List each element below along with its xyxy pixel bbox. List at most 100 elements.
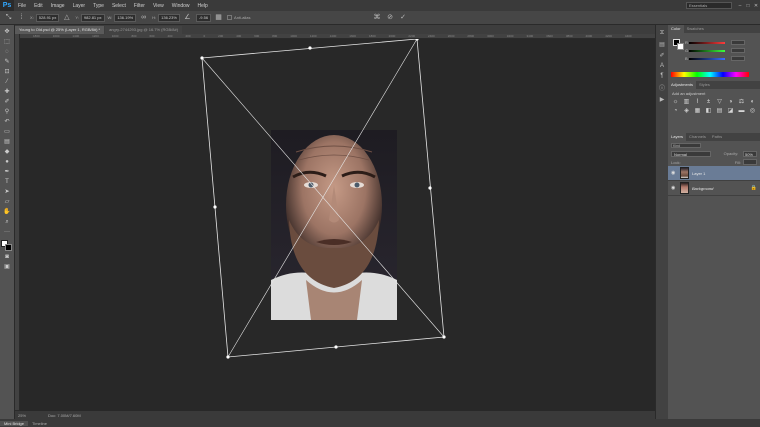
transform-handle[interactable] <box>334 345 338 349</box>
free-transform-bounding-box[interactable] <box>20 39 660 411</box>
angle-field[interactable]: -9.56 <box>195 13 212 22</box>
height-field[interactable]: 136.23% <box>158 13 180 22</box>
clone-stamp-tool-icon[interactable]: ⚲ <box>2 108 13 117</box>
transform-handle[interactable] <box>200 56 204 60</box>
link-icon[interactable]: ∞ <box>139 13 148 22</box>
selective-color-icon[interactable]: ◎ <box>749 108 756 115</box>
character-panel-icon[interactable]: A <box>658 63 667 69</box>
tab-timeline[interactable]: Timeline <box>28 421 51 426</box>
tab-channels[interactable]: Channels <box>686 133 709 141</box>
crop-tool-icon[interactable]: ⊡ <box>2 68 13 77</box>
maximize-icon[interactable]: □ <box>744 2 752 10</box>
visibility-eye-icon[interactable]: ◉ <box>671 185 677 191</box>
anti-alias-checkbox[interactable] <box>227 15 233 20</box>
minimize-icon[interactable]: – <box>736 2 744 10</box>
menu-image[interactable]: Image <box>47 3 69 9</box>
menu-window[interactable]: Window <box>168 3 194 9</box>
reference-point-icon[interactable]: ⁞ <box>17 13 26 22</box>
brightness-icon[interactable]: ☼ <box>672 99 679 106</box>
transform-handle[interactable] <box>308 46 312 50</box>
menu-select[interactable]: Select <box>108 3 130 9</box>
red-slider[interactable]: R <box>685 40 755 45</box>
foreground-background-swatches[interactable] <box>1 240 13 252</box>
warp-mode-icon[interactable]: ⌘ <box>373 13 382 22</box>
document-tab-angry[interactable]: angry-2744293.jpg @ 16.7% (RGB/8#) <box>105 26 183 34</box>
tab-swatches[interactable]: Swatches <box>684 25 707 33</box>
paragraph-panel-icon[interactable]: ¶ <box>658 73 667 79</box>
more-tools-icon[interactable]: ··· <box>2 228 13 237</box>
actions-panel-icon[interactable]: ▶ <box>658 96 667 103</box>
brush-panel-icon[interactable]: ✐ <box>658 52 667 59</box>
exposure-icon[interactable]: ± <box>705 99 712 106</box>
menu-file[interactable]: File <box>14 3 30 9</box>
transform-handle[interactable] <box>213 205 217 209</box>
hand-tool-icon[interactable]: ✋ <box>2 208 13 217</box>
transform-handle[interactable] <box>226 355 230 359</box>
tab-layers[interactable]: Layers <box>668 133 687 141</box>
menu-help[interactable]: Help <box>194 3 212 9</box>
posterize-icon[interactable]: ▤ <box>716 108 723 115</box>
pen-tool-icon[interactable]: ✒ <box>2 168 13 177</box>
layer-name[interactable]: Layer 1 <box>692 171 705 176</box>
zoom-level[interactable]: 25% <box>18 413 26 418</box>
dodge-tool-icon[interactable]: ● <box>2 158 13 167</box>
vibrance-icon[interactable]: ▽ <box>716 99 723 106</box>
document-tab-young-to-old[interactable]: Young to Old.psd @ 25% (Layer 1, RGB/8#)… <box>15 26 105 34</box>
transform-handle[interactable] <box>428 186 432 190</box>
tab-mini-bridge[interactable]: Mini Bridge <box>0 420 29 426</box>
menu-view[interactable]: View <box>149 3 168 9</box>
y-field[interactable]: 982.81 px <box>80 13 105 22</box>
background-color-swatch[interactable] <box>5 244 12 251</box>
layer-filter-kind-select[interactable]: Kind <box>671 142 701 148</box>
transform-handle[interactable] <box>442 335 446 339</box>
red-value-field[interactable] <box>731 40 745 45</box>
invert-icon[interactable]: ◧ <box>705 108 712 115</box>
relative-position-icon[interactable]: △ <box>62 13 71 22</box>
color-panel-background-swatch[interactable] <box>677 43 684 50</box>
marquee-tool-icon[interactable]: ⬚ <box>2 38 13 47</box>
tab-styles[interactable]: Styles <box>696 81 713 89</box>
x-field[interactable]: 528.91 px <box>35 13 60 22</box>
zoom-tool-icon[interactable]: ⌕ <box>2 218 13 227</box>
green-value-field[interactable] <box>731 48 745 53</box>
blend-mode-select[interactable]: Normal <box>671 150 711 157</box>
gradient-tool-icon[interactable]: ▤ <box>2 138 13 147</box>
tab-color[interactable]: Color <box>668 25 684 33</box>
green-slider[interactable]: G <box>685 48 755 53</box>
type-tool-icon[interactable]: T <box>2 178 13 187</box>
commit-transform-icon[interactable]: ✓ <box>399 13 408 22</box>
close-icon[interactable]: ✕ <box>752 2 760 10</box>
canvas-area[interactable] <box>20 39 660 411</box>
healing-tool-icon[interactable]: ✚ <box>2 88 13 97</box>
blue-slider[interactable]: B <box>685 56 755 61</box>
photo-filter-icon[interactable]: ◔ <box>672 108 679 115</box>
opacity-field[interactable]: 50% <box>742 150 757 157</box>
history-panel-icon[interactable]: ⧖ <box>658 30 667 37</box>
blue-value-field[interactable] <box>731 56 745 61</box>
eraser-tool-icon[interactable]: ▭ <box>2 128 13 137</box>
levels-icon[interactable]: ▥ <box>683 99 690 106</box>
screen-mode-icon[interactable]: ▣ <box>2 263 13 272</box>
width-field[interactable]: 136.19% <box>114 13 137 22</box>
shape-tool-icon[interactable]: ▱ <box>2 198 13 207</box>
tab-adjustments[interactable]: Adjustments <box>668 81 697 89</box>
color-balance-icon[interactable]: ⚖ <box>738 99 745 106</box>
document-info[interactable]: Doc: 7.00M/7.60M <box>48 413 81 418</box>
channel-mixer-icon[interactable]: ◈ <box>683 108 690 115</box>
lookup-icon[interactable]: ▦ <box>694 108 701 115</box>
info-panel-icon[interactable]: ⓘ <box>658 83 667 92</box>
layer-name[interactable]: Background <box>692 186 713 191</box>
bw-icon[interactable]: ◐ <box>749 99 756 106</box>
history-brush-tool-icon[interactable]: ↶ <box>2 118 13 127</box>
curves-icon[interactable]: ⌇ <box>694 99 701 106</box>
properties-panel-icon[interactable]: ▤ <box>658 41 667 48</box>
cancel-transform-icon[interactable]: ⊘ <box>386 13 395 22</box>
menu-type[interactable]: Type <box>89 3 108 9</box>
blur-tool-icon[interactable]: ◆ <box>2 148 13 157</box>
menu-edit[interactable]: Edit <box>30 3 47 9</box>
lasso-tool-icon[interactable]: ◌ <box>2 48 13 57</box>
layer-row-background[interactable]: ◉ Background 🔒 <box>668 181 760 196</box>
color-spectrum-ramp[interactable] <box>671 72 749 77</box>
menu-layer[interactable]: Layer <box>69 3 90 9</box>
threshold-icon[interactable]: ◪ <box>727 108 734 115</box>
